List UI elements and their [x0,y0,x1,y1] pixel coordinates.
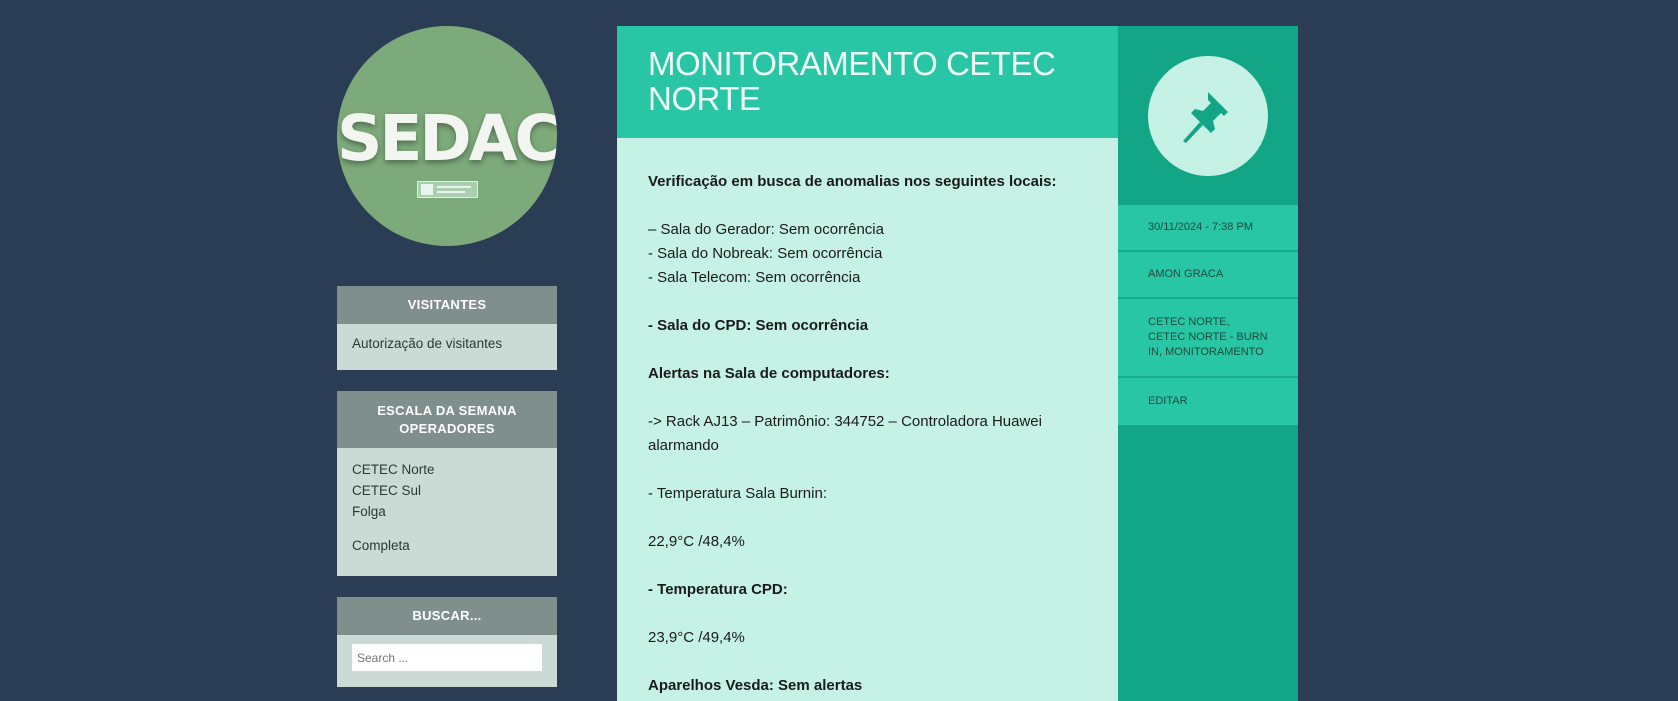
logo-text: SEDAC [337,102,557,175]
sidebar: SEDAC VISITANTES Autorização de visitant… [337,26,557,687]
search-input[interactable] [352,644,542,671]
post-paragraph: -> Rack AJ13 – Patrimônio: 344752 – Cont… [648,413,1042,454]
post-paragraph: 22,9°C /48,4% [648,533,745,550]
post-title[interactable]: MONITORAMENTO CETEC NORTE [648,46,1087,116]
post-content: Verificação em busca de anomalias nos se… [617,138,1118,698]
post-date[interactable]: 30/11/2024 - 7:38 PM [1118,205,1298,252]
post-article: MONITORAMENTO CETEC NORTE Verificação em… [617,26,1298,701]
edit-link[interactable]: EDITAR [1118,378,1298,425]
post-line: - Sala Telecom: Sem ocorrência [648,269,861,286]
meta-list: 30/11/2024 - 7:38 PM AMON GRACA CETEC NO… [1118,205,1298,425]
post-categories[interactable]: CETEC NORTE, CETEC NORTE - BURN IN, MONI… [1118,299,1298,378]
post-meta-panel: 30/11/2024 - 7:38 PM AMON GRACA CETEC NO… [1118,26,1298,701]
escala-link-cetec-sul[interactable]: CETEC Sul [352,480,542,501]
pushpin-icon [1183,92,1228,143]
post-paragraph: 23,9°C /49,4% [648,629,745,646]
escala-link-cetec-norte[interactable]: CETEC Norte [352,459,542,480]
buscar-widget: BUSCAR... [337,597,557,687]
post-paragraph: Alertas na Sala de computadores: [648,365,890,382]
escala-link-completa[interactable]: Completa [352,535,542,556]
post-format-badge [1148,56,1268,176]
post-paragraph: Verificação em busca de anomalias nos se… [648,173,1057,190]
post-line: – Sala do Gerador: Sem ocorrência [648,221,884,238]
post-paragraph: - Sala do CPD: Sem ocorrência [648,317,869,334]
widget-title-visitantes: VISITANTES [337,286,557,324]
post-paragraph: - Temperatura Sala Burnin: [648,485,827,502]
autorizacao-visitantes-link[interactable]: Autorização de visitantes [352,336,502,351]
widget-title-buscar: BUSCAR... [337,597,557,635]
widget-title-escala: ESCALA DA SEMANA OPERADORES [337,391,557,448]
post-main: MONITORAMENTO CETEC NORTE Verificação em… [617,26,1118,701]
post-paragraph-list: – Sala do Gerador: Sem ocorrência - Sala… [648,218,1087,290]
site-logo[interactable]: SEDAC [337,26,557,246]
escala-link-folga[interactable]: Folga [352,501,542,522]
post-header: MONITORAMENTO CETEC NORTE [617,26,1118,138]
visitantes-widget: VISITANTES Autorização de visitantes [337,286,557,370]
escala-widget: ESCALA DA SEMANA OPERADORES CETEC Norte … [337,391,557,576]
camara-logo-badge [417,181,478,198]
post-line: - Sala do Nobreak: Sem ocorrência [648,245,883,262]
post-author[interactable]: AMON GRACA [1118,252,1298,299]
post-paragraph: - Temperatura CPD: [648,581,788,598]
post-paragraph: Aparelhos Vesda: Sem alertas [648,677,863,694]
